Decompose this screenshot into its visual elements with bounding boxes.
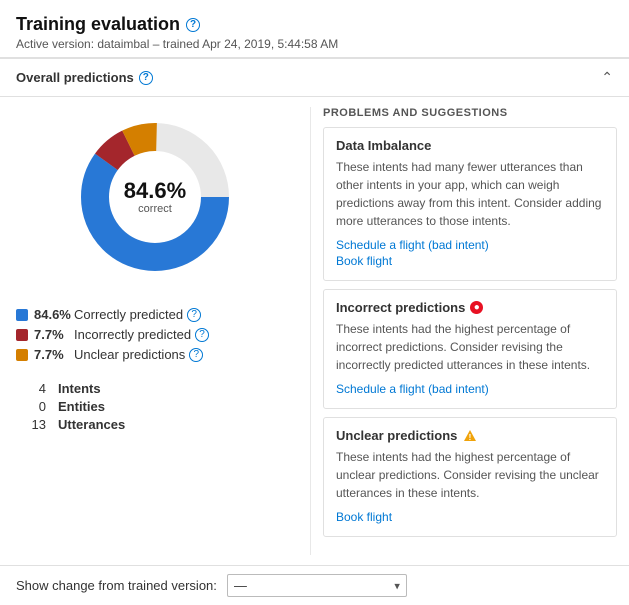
donut-label: correct (124, 203, 186, 215)
stats-utterances-label: Utterances (58, 417, 125, 432)
donut-chart: 84.6% correct (75, 117, 235, 277)
link-book-flight-1[interactable]: Book flight (336, 254, 604, 268)
card-incorrect-body: These intents had the highest percentage… (336, 320, 604, 374)
link-schedule-flight-1[interactable]: Schedule a flight (bad intent) (336, 238, 604, 252)
stats-utterances-num: 13 (16, 417, 46, 432)
card-data-imbalance-title: Data Imbalance (336, 138, 604, 153)
card-incorrect-predictions: Incorrect predictions ● These intents ha… (323, 289, 617, 409)
stats-entities-num: 0 (16, 399, 46, 414)
legend-row-correct: 84.6% Correctly predicted ? (16, 307, 294, 322)
stats-intents-num: 4 (16, 381, 46, 396)
stats-entities-label: Entities (58, 399, 105, 414)
link-schedule-flight-2[interactable]: Schedule a flight (bad intent) (336, 382, 604, 396)
legend-color-incorrect (16, 329, 28, 341)
donut-percent: 84.6% (124, 179, 186, 203)
card-unclear-title: Unclear predictions ! (336, 428, 604, 443)
title-text: Training evaluation (16, 14, 180, 35)
legend: 84.6% Correctly predicted ? 7.7% Incorre… (16, 307, 294, 367)
legend-row-unclear: 7.7% Unclear predictions ? (16, 347, 294, 362)
section-title-text: Overall predictions (16, 70, 134, 85)
legend-help-unclear[interactable]: ? (189, 348, 203, 362)
version-select[interactable]: — (227, 574, 407, 597)
legend-row-incorrect: 7.7% Incorrectly predicted ? (16, 327, 294, 342)
problems-title: PROBLEMS AND SUGGESTIONS (323, 107, 617, 119)
overall-predictions-section-header: Overall predictions ? ⌃ (0, 58, 629, 97)
page-title: Training evaluation ? (16, 14, 613, 35)
card-unclear-predictions: Unclear predictions ! These intents had … (323, 417, 617, 537)
section-title: Overall predictions ? (16, 70, 153, 85)
stats-row-utterances: 13 Utterances (16, 417, 294, 432)
right-panel: PROBLEMS AND SUGGESTIONS Data Imbalance … (310, 107, 629, 555)
version-select-wrapper[interactable]: — (227, 574, 407, 597)
page-subtitle: Active version: dataimbal – trained Apr … (16, 37, 613, 51)
stats-table: 4 Intents 0 Entities 13 Utterances (16, 381, 294, 435)
legend-color-correct (16, 309, 28, 321)
legend-pct-correct: 84.6% (34, 307, 74, 322)
card-data-imbalance: Data Imbalance These intents had many fe… (323, 127, 617, 281)
legend-desc-unclear: Unclear predictions ? (74, 347, 203, 362)
legend-desc-correct: Correctly predicted ? (74, 307, 201, 322)
legend-help-correct[interactable]: ? (187, 308, 201, 322)
title-help-icon[interactable]: ? (186, 18, 200, 32)
svg-text:!: ! (469, 433, 472, 442)
main-content: 84.6% correct 84.6% Correctly predicted … (0, 97, 629, 565)
donut-center: 84.6% correct (124, 179, 186, 215)
page-header: Training evaluation ? Active version: da… (0, 0, 629, 58)
card-incorrect-title: Incorrect predictions ● (336, 300, 604, 315)
legend-desc-incorrect: Incorrectly predicted ? (74, 327, 209, 342)
footer-label: Show change from trained version: (16, 578, 217, 593)
card-data-imbalance-body: These intents had many fewer utterances … (336, 158, 604, 230)
stats-row-intents: 4 Intents (16, 381, 294, 396)
legend-pct-incorrect: 7.7% (34, 327, 74, 342)
legend-pct-unclear: 7.7% (34, 347, 74, 362)
legend-help-incorrect[interactable]: ? (195, 328, 209, 342)
left-panel: 84.6% correct 84.6% Correctly predicted … (0, 107, 310, 555)
stats-intents-label: Intents (58, 381, 101, 396)
collapse-icon[interactable]: ⌃ (601, 69, 613, 86)
error-icon: ● (470, 301, 483, 314)
footer: Show change from trained version: — (0, 565, 629, 605)
link-book-flight-2[interactable]: Book flight (336, 510, 604, 524)
card-unclear-body: These intents had the highest percentage… (336, 448, 604, 502)
stats-row-entities: 0 Entities (16, 399, 294, 414)
section-help-icon[interactable]: ? (139, 71, 153, 85)
legend-color-unclear (16, 349, 28, 361)
warning-icon: ! (462, 428, 477, 443)
